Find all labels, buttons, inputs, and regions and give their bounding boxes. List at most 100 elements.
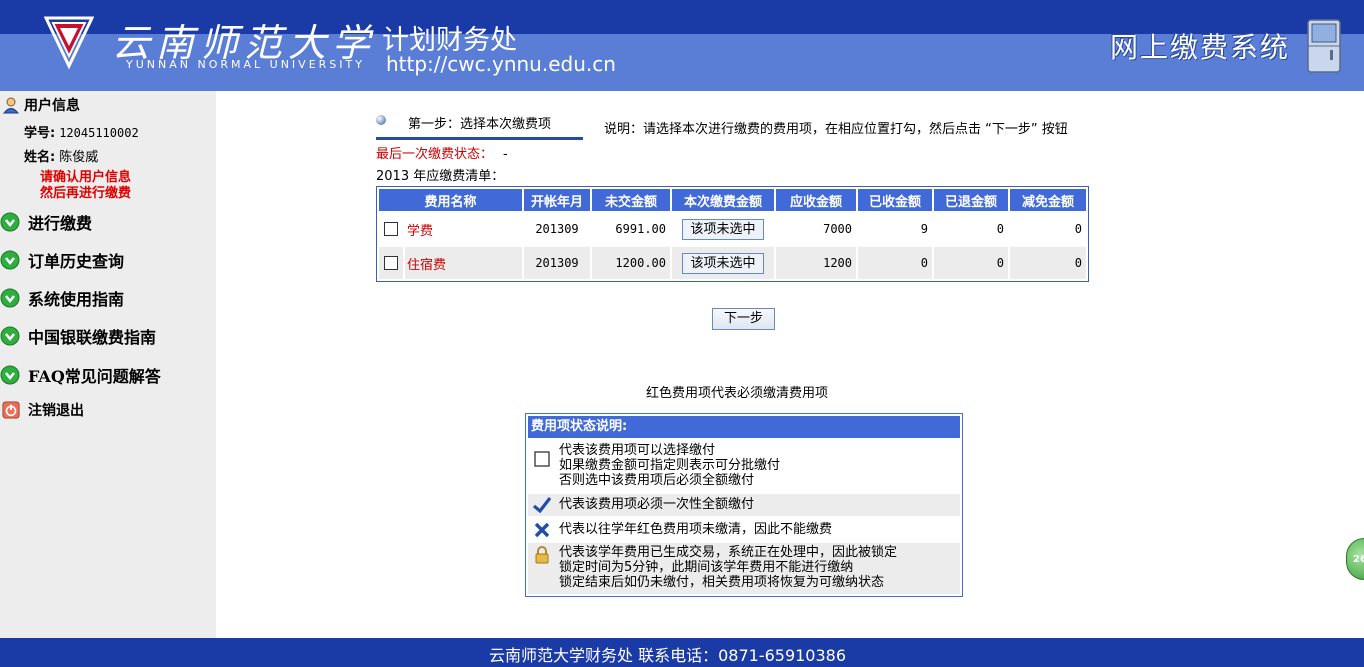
nav-make-payment[interactable]: 进行缴费 — [0, 210, 92, 234]
fee-list-title: 2013 年应缴费清单： — [376, 169, 505, 184]
fee-status-legend: 费用项状态说明: 代表该费用项可以选择缴付 如果缴费金额可指定则表示可分批缴付 … — [525, 413, 963, 597]
legend-line: 代表该费用项可以选择缴付 — [559, 443, 716, 458]
legend-item-locked: 代表该学年费用已生成交易，系统正在处理中，因此被锁定 锁定时间为5分钟，此期间该… — [528, 543, 960, 594]
site-url: http://cwc.ynnu.edu.cn — [386, 52, 616, 76]
fee-receivable: 7000 — [776, 213, 856, 245]
user-icon — [2, 97, 20, 114]
green-down-arrow-icon — [0, 326, 20, 346]
green-down-arrow-icon — [0, 212, 20, 232]
col-header-period: 开帐年月 — [524, 189, 590, 211]
legend-text: 代表该学年费用已生成交易，系统正在处理中，因此被锁定 锁定时间为5分钟，此期间该… — [559, 545, 897, 590]
current-amount-field[interactable]: 该项未选中 — [682, 218, 764, 240]
fee-name: 学费 — [405, 213, 522, 245]
legend-line: 如果缴费金额可指定则表示可分批缴付 — [559, 458, 781, 473]
current-amount-field[interactable]: 该项未选中 — [682, 252, 764, 274]
green-down-arrow-icon — [0, 288, 20, 308]
fee-period: 201309 — [524, 213, 590, 245]
legend-item-blocked: 代表以往学年红色费用项未缴清，因此不能缴费 — [528, 518, 960, 542]
fee-waived: 0 — [1010, 247, 1086, 279]
legend-line: 锁定时间为5分钟，此期间该学年费用不能进行缴纳 — [559, 560, 854, 575]
payment-machine-icon — [1307, 19, 1341, 73]
nav-label: 进行缴费 — [28, 214, 93, 233]
university-logo — [44, 16, 94, 70]
system-title: 网上缴费系统 — [1110, 31, 1291, 64]
checkmark-icon — [532, 497, 552, 514]
col-header-fee-name: 费用名称 — [379, 189, 522, 211]
step-title: 第一步：选择本次缴费项 — [408, 117, 552, 132]
col-header-waived: 减免金额 — [1010, 189, 1086, 211]
sidebar: 用户信息 学号: 12045110002 姓名: 陈俊威 请确认用户信息 然后再进行… — [0, 91, 216, 638]
legend-line: 代表以往学年红色费用项未缴清，因此不能缴费 — [559, 522, 833, 537]
legend-line: 锁定结束后如仍未缴付，相关费用项将恢复为可缴纳状态 — [559, 575, 885, 590]
legend-item-selectable: 代表该费用项可以选择缴付 如果缴费金额可指定则表示可分批缴付 否则选中该费用项后… — [528, 441, 960, 491]
student-name-value: 陈俊威 — [59, 150, 99, 165]
fee-refunded: 0 — [934, 213, 1008, 245]
confirm-warning-line2: 然后再进行缴费 — [40, 186, 132, 201]
nav-label: 订单历史查询 — [28, 252, 125, 271]
required-fee-note: 红色费用项代表必须缴清费用项 — [646, 386, 829, 401]
fee-received: 0 — [858, 247, 932, 279]
col-header-refunded: 已退金额 — [934, 189, 1008, 211]
fee-unpaid: 6991.00 — [592, 213, 670, 245]
confirm-warning-line1: 请确认用户信息 — [40, 170, 132, 185]
nav-order-history[interactable]: 订单历史查询 — [0, 248, 124, 272]
current-amount-cell: 该项未选中 — [672, 247, 774, 279]
nav-label: FAQ常见问题解答 — [28, 367, 161, 386]
fee-received: 9 — [858, 213, 932, 245]
lock-icon — [535, 546, 549, 564]
green-down-arrow-icon — [0, 365, 20, 385]
instruction-text: 说明：请选择本次进行缴费的费用项，在相应位置打勾，然后点击 “下一步” 按钮 — [604, 122, 1068, 137]
table-row: 学费 201309 6991.00 该项未选中 7000 9 0 0 — [379, 213, 1086, 245]
footer: 云南师范大学财务处 联系电话：0871-65910386 — [0, 638, 1364, 667]
nav-label: 注销退出 — [28, 403, 84, 419]
fee-name: 住宿费 — [405, 247, 522, 279]
last-status-value: - — [503, 147, 508, 162]
fee-receivable: 1200 — [776, 247, 856, 279]
footer-contact: 云南师范大学财务处 联系电话：0871-65910386 — [489, 646, 847, 665]
legend-line: 否则选中该费用项后必须全额缴付 — [559, 473, 755, 488]
current-amount-cell: 该项未选中 — [672, 213, 774, 245]
nav-user-guide[interactable]: 系统使用指南 — [0, 286, 124, 310]
green-down-arrow-icon — [0, 250, 20, 270]
floating-widget-badge[interactable]: 26 — [1346, 538, 1364, 580]
row-checkbox-cell — [379, 247, 403, 279]
nav-label: 中国银联缴费指南 — [28, 328, 157, 347]
cross-icon — [534, 522, 550, 538]
fee-select-checkbox[interactable] — [384, 256, 398, 271]
col-header-receivable: 应收金额 — [776, 189, 856, 211]
fee-table-header: 费用名称 开帐年月 未交金额 本次缴费金额 应收金额 已收金额 已退金额 减免金… — [379, 189, 1086, 211]
nav-unionpay-guide[interactable]: 中国银联缴费指南 — [0, 324, 156, 348]
legend-item-full-payment: 代表该费用项必须一次性全额缴付 — [528, 494, 960, 516]
student-id-value: 12045110002 — [59, 126, 139, 140]
col-header-unpaid: 未交金额 — [592, 189, 670, 211]
fee-period: 201309 — [524, 247, 590, 279]
nav-logout[interactable]: 注销退出 — [2, 400, 84, 420]
user-info-title: 用户信息 — [24, 98, 80, 114]
empty-checkbox-icon — [534, 451, 550, 467]
legend-line: 代表该费用项必须一次性全额缴付 — [559, 497, 755, 512]
student-id-label: 学号: — [24, 126, 56, 141]
student-name-label: 姓名: — [24, 150, 56, 165]
fee-refunded: 0 — [934, 247, 1008, 279]
col-header-current-amount: 本次缴费金额 — [672, 189, 774, 211]
fee-waived: 0 — [1010, 213, 1086, 245]
last-status-label: 最后一次缴费状态： — [376, 147, 494, 162]
row-checkbox-cell — [379, 213, 403, 245]
legend-line: 代表该学年费用已生成交易，系统正在处理中，因此被锁定 — [559, 545, 898, 560]
fee-select-checkbox[interactable] — [384, 222, 398, 237]
header-banner: 云南师范大学 YUNNAN NORMAL UNIVERSITY 计划财务处 ht… — [0, 0, 1364, 91]
university-name-en: YUNNAN NORMAL UNIVERSITY — [126, 58, 365, 71]
fee-table: 费用名称 开帐年月 未交金额 本次缴费金额 应收金额 已收金额 已退金额 减免金… — [376, 186, 1089, 282]
table-row: 住宿费 201309 1200.00 该项未选中 1200 0 0 0 — [379, 247, 1086, 279]
nav-faq[interactable]: FAQ常见问题解答 — [0, 363, 161, 387]
power-icon — [2, 401, 20, 419]
fee-unpaid: 1200.00 — [592, 247, 670, 279]
next-step-button[interactable]: 下一步 — [712, 308, 775, 330]
legend-text: 代表该费用项可以选择缴付 如果缴费金额可指定则表示可分批缴付 否则选中该费用项后… — [559, 443, 780, 488]
step-one-tab: 第一步：选择本次缴费项 — [376, 112, 583, 140]
student-name-row: 姓名: 陈俊威 — [24, 146, 98, 165]
step-bullet-icon — [376, 115, 386, 125]
col-header-received: 已收金额 — [858, 189, 932, 211]
student-id-row: 学号: 12045110002 — [24, 122, 139, 141]
nav-label: 系统使用指南 — [28, 290, 125, 309]
